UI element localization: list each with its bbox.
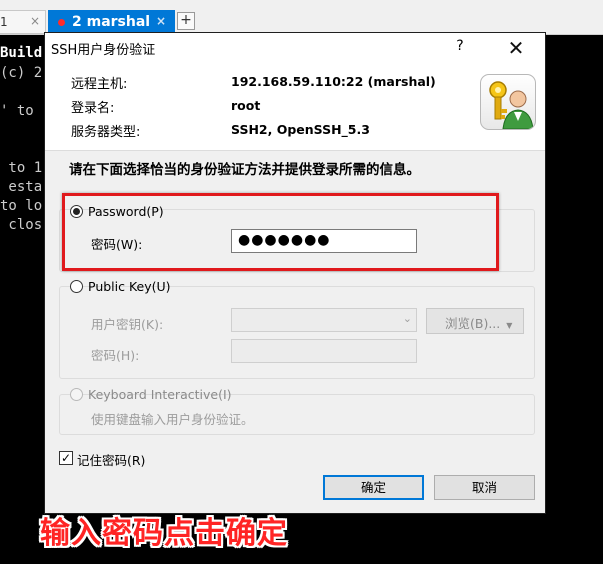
status-dot-icon xyxy=(58,19,65,26)
chevron-down-icon: ⌄ xyxy=(402,312,412,325)
terminal-line: to lo xyxy=(0,198,43,214)
browse-label: 浏览(B)... xyxy=(445,316,501,331)
tab-bar: 1 × 2 marshal × + xyxy=(0,0,603,36)
cancel-button[interactable]: 取消 xyxy=(434,475,535,500)
terminal-line: to 1 xyxy=(0,160,43,176)
remote-host-value: 192.168.59.110:22 (marshal) xyxy=(231,74,436,89)
browse-button[interactable]: 浏览(B)... ▼ xyxy=(426,308,524,334)
user-key-icon xyxy=(480,74,536,130)
server-type-label: 服务器类型: xyxy=(71,125,141,140)
terminal-line: (c) 2 xyxy=(0,65,43,81)
close-icon[interactable]: × xyxy=(30,14,40,28)
terminal-line: clos xyxy=(0,217,43,233)
tab-label: 2 marshal xyxy=(72,14,151,30)
passphrase-label: 密码(H): xyxy=(91,348,140,363)
keyboard-interactive-radio[interactable] xyxy=(70,388,83,401)
dropdown-arrow-icon: ▼ xyxy=(506,321,513,330)
passphrase-input[interactable] xyxy=(231,339,417,363)
close-icon[interactable]: × xyxy=(156,14,166,28)
terminal-line: esta xyxy=(0,179,43,195)
login-name-label: 登录名: xyxy=(71,101,115,116)
new-tab-button[interactable]: + xyxy=(177,12,195,30)
keyboard-interactive-label[interactable]: Keyboard Interactive(I) xyxy=(88,387,232,402)
server-type-value: SSH2, OpenSSH_5.3 xyxy=(231,122,370,137)
terminal-line: Build xyxy=(0,45,43,61)
dialog-title: SSH用户身份验证 xyxy=(51,43,156,58)
ok-button[interactable]: 确定 xyxy=(323,475,424,500)
login-name-value: root xyxy=(231,98,261,113)
instruction-text: 请在下面选择恰当的身份验证方法并提供登录所需的信息。 xyxy=(69,162,420,178)
close-button[interactable]: ✕ xyxy=(501,36,531,60)
ssh-auth-dialog: SSH用户身份验证 ? ✕ 远程主机: 192.168.59.110:22 (m… xyxy=(44,32,546,514)
remember-password-label[interactable]: 记住密码(R) xyxy=(77,450,145,469)
title-bar: SSH用户身份验证 ? ✕ xyxy=(45,33,545,62)
help-button[interactable]: ? xyxy=(448,38,472,58)
keyboard-interactive-description: 使用键盘输入用户身份验证。 xyxy=(91,412,254,427)
public-key-option-label[interactable]: Public Key(U) xyxy=(88,279,171,294)
annotation-caption: 输入密码点击确定 xyxy=(40,516,288,551)
remember-password-checkbox[interactable]: ✓ xyxy=(59,451,73,465)
user-key-select[interactable]: ⌄ xyxy=(231,308,417,332)
terminal-line: ' to xyxy=(0,103,43,119)
tab-session-1[interactable]: 1 × xyxy=(0,10,46,34)
public-key-radio[interactable] xyxy=(70,280,83,293)
highlight-box xyxy=(62,193,499,271)
remote-host-label: 远程主机: xyxy=(71,77,128,92)
tab-label: 1 xyxy=(0,15,8,29)
user-key-label: 用户密钥(K): xyxy=(91,317,164,332)
connection-info: 远程主机: 192.168.59.110:22 (marshal) 登录名: r… xyxy=(45,62,545,151)
